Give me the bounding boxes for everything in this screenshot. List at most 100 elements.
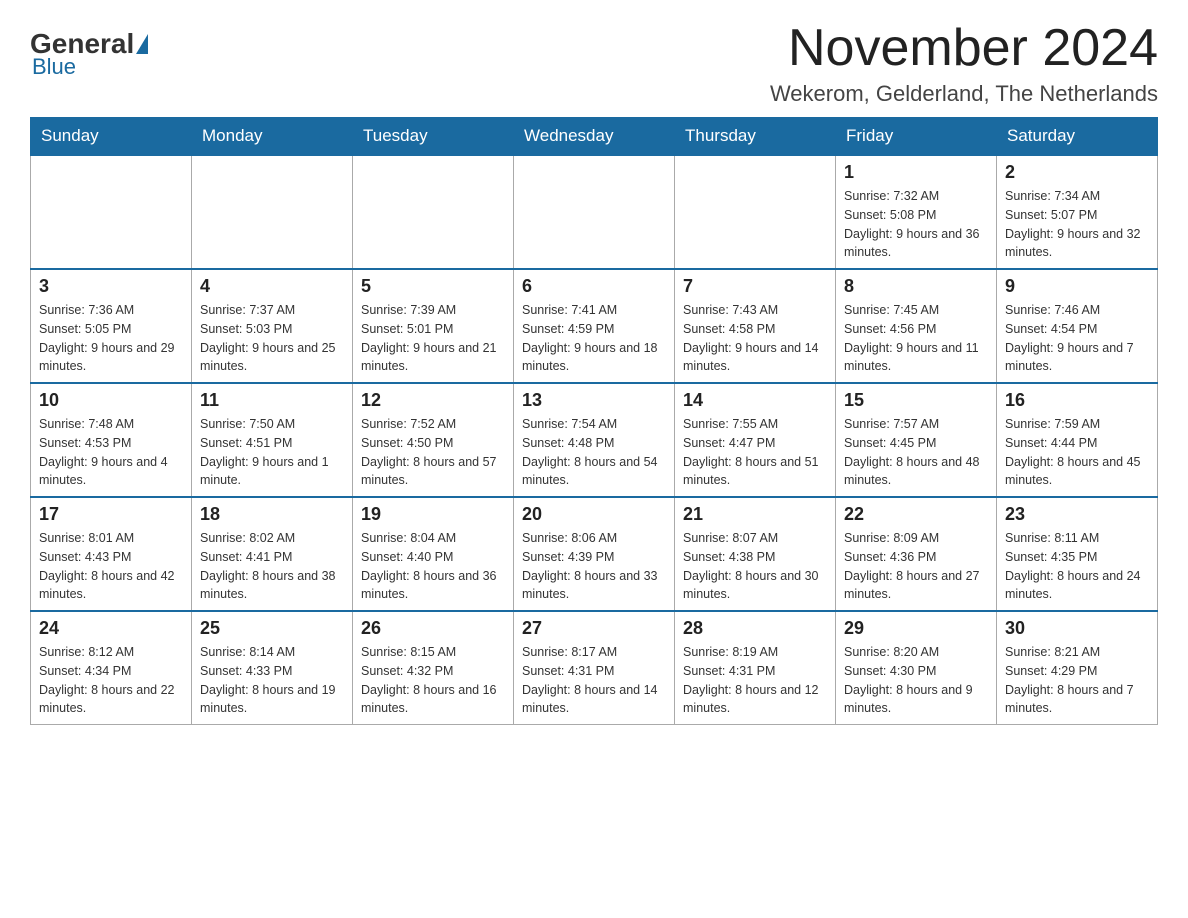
day-number: 15	[844, 390, 988, 411]
day-number: 1	[844, 162, 988, 183]
day-info: Sunrise: 7:46 AMSunset: 4:54 PMDaylight:…	[1005, 301, 1149, 376]
day-info: Sunrise: 8:14 AMSunset: 4:33 PMDaylight:…	[200, 643, 344, 718]
day-info: Sunrise: 7:45 AMSunset: 4:56 PMDaylight:…	[844, 301, 988, 376]
header-friday: Friday	[836, 118, 997, 156]
day-info: Sunrise: 7:39 AMSunset: 5:01 PMDaylight:…	[361, 301, 505, 376]
day-number: 21	[683, 504, 827, 525]
calendar-cell-w0-d6: 2 Sunrise: 7:34 AMSunset: 5:07 PMDaylight…	[997, 155, 1158, 269]
title-area: November 2024 Wekerom, Gelderland, The N…	[770, 20, 1158, 107]
day-number: 13	[522, 390, 666, 411]
calendar-cell-w4-d0: 24 Sunrise: 8:12 AMSunset: 4:34 PMDayligh…	[31, 611, 192, 725]
day-number: 17	[39, 504, 183, 525]
day-number: 3	[39, 276, 183, 297]
day-number: 28	[683, 618, 827, 639]
calendar-cell-w2-d3: 13 Sunrise: 7:54 AMSunset: 4:48 PMDayligh…	[514, 383, 675, 497]
day-info: Sunrise: 7:52 AMSunset: 4:50 PMDaylight:…	[361, 415, 505, 490]
day-number: 14	[683, 390, 827, 411]
calendar-cell-w2-d1: 11 Sunrise: 7:50 AMSunset: 4:51 PMDayligh…	[192, 383, 353, 497]
day-number: 5	[361, 276, 505, 297]
calendar-cell-w3-d6: 23 Sunrise: 8:11 AMSunset: 4:35 PMDayligh…	[997, 497, 1158, 611]
logo-blue-text: Blue	[32, 54, 76, 80]
day-info: Sunrise: 8:06 AMSunset: 4:39 PMDaylight:…	[522, 529, 666, 604]
day-info: Sunrise: 7:48 AMSunset: 4:53 PMDaylight:…	[39, 415, 183, 490]
calendar-cell-w4-d5: 29 Sunrise: 8:20 AMSunset: 4:30 PMDayligh…	[836, 611, 997, 725]
day-info: Sunrise: 7:32 AMSunset: 5:08 PMDaylight:…	[844, 187, 988, 262]
calendar-cell-w1-d1: 4 Sunrise: 7:37 AMSunset: 5:03 PMDaylight…	[192, 269, 353, 383]
calendar-cell-w3-d1: 18 Sunrise: 8:02 AMSunset: 4:41 PMDayligh…	[192, 497, 353, 611]
day-number: 11	[200, 390, 344, 411]
day-number: 4	[200, 276, 344, 297]
calendar-cell-w1-d5: 8Sunrise: 7:45 AMSunset: 4:56 PMDaylight…	[836, 269, 997, 383]
calendar-cell-w2-d4: 14 Sunrise: 7:55 AMSunset: 4:47 PMDayligh…	[675, 383, 836, 497]
day-info: Sunrise: 7:55 AMSunset: 4:47 PMDaylight:…	[683, 415, 827, 490]
day-info: Sunrise: 7:57 AMSunset: 4:45 PMDaylight:…	[844, 415, 988, 490]
header-saturday: Saturday	[997, 118, 1158, 156]
calendar-cell-w4-d2: 26 Sunrise: 8:15 AMSunset: 4:32 PMDayligh…	[353, 611, 514, 725]
location-title: Wekerom, Gelderland, The Netherlands	[770, 81, 1158, 107]
day-number: 23	[1005, 504, 1149, 525]
calendar-cell-w3-d5: 22 Sunrise: 8:09 AMSunset: 4:36 PMDayligh…	[836, 497, 997, 611]
header-area: General Blue November 2024 Wekerom, Geld…	[30, 20, 1158, 107]
header-monday: Monday	[192, 118, 353, 156]
month-title: November 2024	[770, 20, 1158, 77]
calendar-cell-w0-d1	[192, 155, 353, 269]
header-sunday: Sunday	[31, 118, 192, 156]
calendar-cell-w3-d0: 17 Sunrise: 8:01 AMSunset: 4:43 PMDayligh…	[31, 497, 192, 611]
calendar-cell-w3-d3: 20Sunrise: 8:06 AMSunset: 4:39 PMDayligh…	[514, 497, 675, 611]
day-number: 12	[361, 390, 505, 411]
calendar-week-row-3: 17 Sunrise: 8:01 AMSunset: 4:43 PMDayligh…	[31, 497, 1158, 611]
calendar-table: Sunday Monday Tuesday Wednesday Thursday…	[30, 117, 1158, 725]
day-info: Sunrise: 8:09 AMSunset: 4:36 PMDaylight:…	[844, 529, 988, 604]
day-info: Sunrise: 7:34 AMSunset: 5:07 PMDaylight:…	[1005, 187, 1149, 262]
day-number: 26	[361, 618, 505, 639]
calendar-cell-w2-d6: 16Sunrise: 7:59 AMSunset: 4:44 PMDayligh…	[997, 383, 1158, 497]
calendar-cell-w4-d1: 25Sunrise: 8:14 AMSunset: 4:33 PMDayligh…	[192, 611, 353, 725]
calendar-cell-w0-d5: 1 Sunrise: 7:32 AMSunset: 5:08 PMDaylight…	[836, 155, 997, 269]
calendar-cell-w1-d4: 7 Sunrise: 7:43 AMSunset: 4:58 PMDaylight…	[675, 269, 836, 383]
calendar-week-row-4: 24 Sunrise: 8:12 AMSunset: 4:34 PMDayligh…	[31, 611, 1158, 725]
day-number: 27	[522, 618, 666, 639]
day-info: Sunrise: 8:01 AMSunset: 4:43 PMDaylight:…	[39, 529, 183, 604]
logo: General Blue	[30, 30, 150, 80]
day-number: 22	[844, 504, 988, 525]
day-info: Sunrise: 7:41 AMSunset: 4:59 PMDaylight:…	[522, 301, 666, 376]
day-info: Sunrise: 7:37 AMSunset: 5:03 PMDaylight:…	[200, 301, 344, 376]
calendar-cell-w4-d6: 30Sunrise: 8:21 AMSunset: 4:29 PMDayligh…	[997, 611, 1158, 725]
day-info: Sunrise: 8:07 AMSunset: 4:38 PMDaylight:…	[683, 529, 827, 604]
calendar-cell-w0-d2	[353, 155, 514, 269]
day-info: Sunrise: 8:21 AMSunset: 4:29 PMDaylight:…	[1005, 643, 1149, 718]
calendar-cell-w0-d0	[31, 155, 192, 269]
day-number: 19	[361, 504, 505, 525]
day-info: Sunrise: 8:12 AMSunset: 4:34 PMDaylight:…	[39, 643, 183, 718]
day-info: Sunrise: 8:19 AMSunset: 4:31 PMDaylight:…	[683, 643, 827, 718]
calendar-week-row-0: 1 Sunrise: 7:32 AMSunset: 5:08 PMDaylight…	[31, 155, 1158, 269]
header-wednesday: Wednesday	[514, 118, 675, 156]
day-info: Sunrise: 7:36 AMSunset: 5:05 PMDaylight:…	[39, 301, 183, 376]
day-number: 10	[39, 390, 183, 411]
day-info: Sunrise: 7:43 AMSunset: 4:58 PMDaylight:…	[683, 301, 827, 376]
header-tuesday: Tuesday	[353, 118, 514, 156]
calendar-cell-w1-d6: 9Sunrise: 7:46 AMSunset: 4:54 PMDaylight…	[997, 269, 1158, 383]
day-info: Sunrise: 8:11 AMSunset: 4:35 PMDaylight:…	[1005, 529, 1149, 604]
day-info: Sunrise: 8:04 AMSunset: 4:40 PMDaylight:…	[361, 529, 505, 604]
day-number: 18	[200, 504, 344, 525]
logo-triangle-icon	[136, 34, 148, 54]
day-info: Sunrise: 8:20 AMSunset: 4:30 PMDaylight:…	[844, 643, 988, 718]
calendar-cell-w4-d4: 28 Sunrise: 8:19 AMSunset: 4:31 PMDayligh…	[675, 611, 836, 725]
calendar-cell-w3-d2: 19 Sunrise: 8:04 AMSunset: 4:40 PMDayligh…	[353, 497, 514, 611]
calendar-cell-w1-d2: 5 Sunrise: 7:39 AMSunset: 5:01 PMDaylight…	[353, 269, 514, 383]
day-info: Sunrise: 8:15 AMSunset: 4:32 PMDaylight:…	[361, 643, 505, 718]
calendar-cell-w2-d0: 10 Sunrise: 7:48 AMSunset: 4:53 PMDayligh…	[31, 383, 192, 497]
day-number: 7	[683, 276, 827, 297]
calendar-cell-w2-d5: 15 Sunrise: 7:57 AMSunset: 4:45 PMDayligh…	[836, 383, 997, 497]
day-number: 2	[1005, 162, 1149, 183]
day-number: 24	[39, 618, 183, 639]
day-number: 29	[844, 618, 988, 639]
day-info: Sunrise: 7:50 AMSunset: 4:51 PMDaylight:…	[200, 415, 344, 490]
header-thursday: Thursday	[675, 118, 836, 156]
day-info: Sunrise: 7:54 AMSunset: 4:48 PMDaylight:…	[522, 415, 666, 490]
day-info: Sunrise: 8:17 AMSunset: 4:31 PMDaylight:…	[522, 643, 666, 718]
day-info: Sunrise: 8:02 AMSunset: 4:41 PMDaylight:…	[200, 529, 344, 604]
day-number: 6	[522, 276, 666, 297]
calendar-cell-w3-d4: 21 Sunrise: 8:07 AMSunset: 4:38 PMDayligh…	[675, 497, 836, 611]
